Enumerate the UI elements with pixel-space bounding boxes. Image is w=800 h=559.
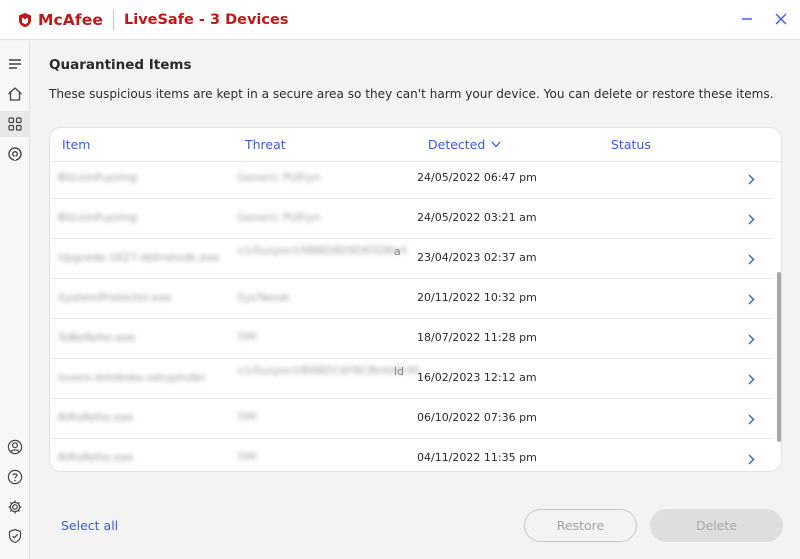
row-chevron-right-icon[interactable] — [744, 411, 758, 427]
item-name: Upgrade-1627-dotnetsdk.exe — [58, 251, 220, 264]
table-row[interactable]: lovers-windows-setupinder v1/Suspect/B9B… — [50, 359, 774, 399]
sort-chevron-down-icon — [491, 141, 501, 148]
product-name: LiveSafe - 3 Devices — [123, 12, 289, 28]
brand: McAfee LiveSafe - 3 Devices — [17, 9, 288, 31]
restore-button[interactable]: Restore — [524, 509, 637, 542]
threat-name: Generic PUP.pn — [237, 211, 321, 224]
threat-name-overflow: ld — [394, 365, 405, 378]
minimize-button[interactable] — [736, 8, 758, 30]
item-name: RiftsRefer.exe — [58, 411, 134, 424]
table-row[interactable]: RiftsRefer.exe TPP 04/11/2022 11:35 pm — [50, 439, 774, 471]
antivirus-icon — [8, 147, 22, 161]
item-name: SystemProtector.exe — [58, 291, 172, 304]
threat-name: TPP — [237, 411, 257, 424]
minimize-icon — [742, 18, 752, 20]
antivirus-button[interactable] — [0, 141, 30, 167]
item-name: BitcoinFuzzing — [58, 211, 137, 224]
settings-button[interactable] — [0, 494, 30, 520]
mcafee-shield-icon — [19, 13, 31, 28]
row-chevron-right-icon[interactable] — [744, 451, 758, 467]
side-nav — [0, 41, 30, 559]
brand-name: McAfee — [38, 11, 103, 29]
page-title: Quarantined Items — [49, 57, 192, 73]
protection-button[interactable] — [0, 523, 30, 549]
table-row[interactable]: ToBeRefer.exe TPP 18/07/2022 11:28 pm — [50, 319, 774, 359]
table-row[interactable]: Upgrade-1627-dotnetsdk.exe v1/Suspect/9B… — [50, 239, 774, 279]
close-button[interactable] — [770, 8, 792, 30]
quarantine-table: Item Threat Detected Status BitcoinFuzzi… — [49, 127, 782, 472]
item-name: BitcoinFuzzing — [58, 171, 137, 184]
settings-icon — [8, 500, 22, 514]
threat-name: v1/Suspect/9BBD8D9D65DBe4 — [237, 244, 407, 257]
table-row[interactable]: SystemProtector.exe SysTweak 20/11/2022 … — [50, 279, 774, 319]
column-header-item[interactable]: Item — [62, 137, 90, 152]
detected-date: 24/05/2022 03:21 am — [417, 211, 537, 224]
column-header-detected-label: Detected — [428, 137, 486, 152]
table-scrollbar[interactable] — [777, 272, 781, 442]
item-name: lovers-windows-setupinder — [58, 371, 206, 384]
help-button[interactable] — [0, 464, 30, 490]
detected-date: 06/10/2022 07:36 pm — [417, 411, 537, 424]
threat-name-overflow: a — [394, 245, 401, 258]
table-row[interactable]: BitcoinFuzzing Generic PUP.pn 24/05/2022… — [50, 199, 774, 239]
row-chevron-right-icon[interactable] — [744, 171, 758, 187]
title-bar: McAfee LiveSafe - 3 Devices — [0, 0, 800, 40]
shield-check-icon — [8, 528, 22, 544]
threat-name: TPP — [237, 331, 257, 344]
row-chevron-right-icon[interactable] — [744, 251, 758, 267]
detected-date: 20/11/2022 10:32 pm — [417, 291, 537, 304]
account-icon — [7, 439, 23, 455]
threat-name: SysTweak — [237, 291, 290, 304]
page-description: These suspicious items are kept in a sec… — [49, 87, 774, 101]
menu-button[interactable] — [0, 51, 30, 77]
help-icon — [7, 469, 23, 485]
detected-date: 04/11/2022 11:35 pm — [417, 451, 537, 464]
apps-button[interactable] — [0, 111, 30, 137]
select-all-link[interactable]: Select all — [61, 518, 118, 533]
brand-divider — [112, 10, 114, 30]
detected-date: 16/02/2023 12:12 am — [417, 371, 537, 384]
menu-icon — [9, 59, 21, 69]
row-chevron-right-icon[interactable] — [744, 371, 758, 387]
apps-grid-icon — [8, 117, 22, 131]
threat-name: TPP — [237, 451, 257, 464]
table-header: Item Threat Detected Status — [50, 128, 781, 162]
table-row[interactable]: BitcoinFuzzing Generic PUP.pn 24/05/2022… — [50, 162, 774, 199]
column-header-status[interactable]: Status — [611, 137, 651, 152]
delete-button[interactable]: Delete — [650, 509, 783, 542]
table-body: BitcoinFuzzing Generic PUP.pn 24/05/2022… — [50, 162, 781, 471]
account-button[interactable] — [0, 434, 30, 460]
table-row[interactable]: RiftsRefer.exe TPP 06/10/2022 07:36 pm — [50, 399, 774, 439]
row-chevron-right-icon[interactable] — [744, 211, 758, 227]
row-chevron-right-icon[interactable] — [744, 291, 758, 307]
detected-date: 23/04/2023 02:37 am — [417, 251, 537, 264]
row-chevron-right-icon[interactable] — [744, 331, 758, 347]
column-header-detected[interactable]: Detected — [428, 137, 501, 152]
threat-name: Generic PUP.pn — [237, 171, 321, 184]
home-button[interactable] — [0, 81, 30, 107]
column-header-threat[interactable]: Threat — [245, 137, 286, 152]
item-name: RiftsRefer.exe — [58, 451, 134, 464]
detected-date: 24/05/2022 06:47 pm — [417, 171, 537, 184]
close-icon — [775, 13, 787, 25]
threat-name: v1/Suspect/B9BDC6F8C8b4dlE46 — [237, 364, 420, 377]
home-icon — [8, 87, 22, 101]
item-name: ToBeRefer.exe — [58, 331, 135, 344]
detected-date: 18/07/2022 11:28 pm — [417, 331, 537, 344]
